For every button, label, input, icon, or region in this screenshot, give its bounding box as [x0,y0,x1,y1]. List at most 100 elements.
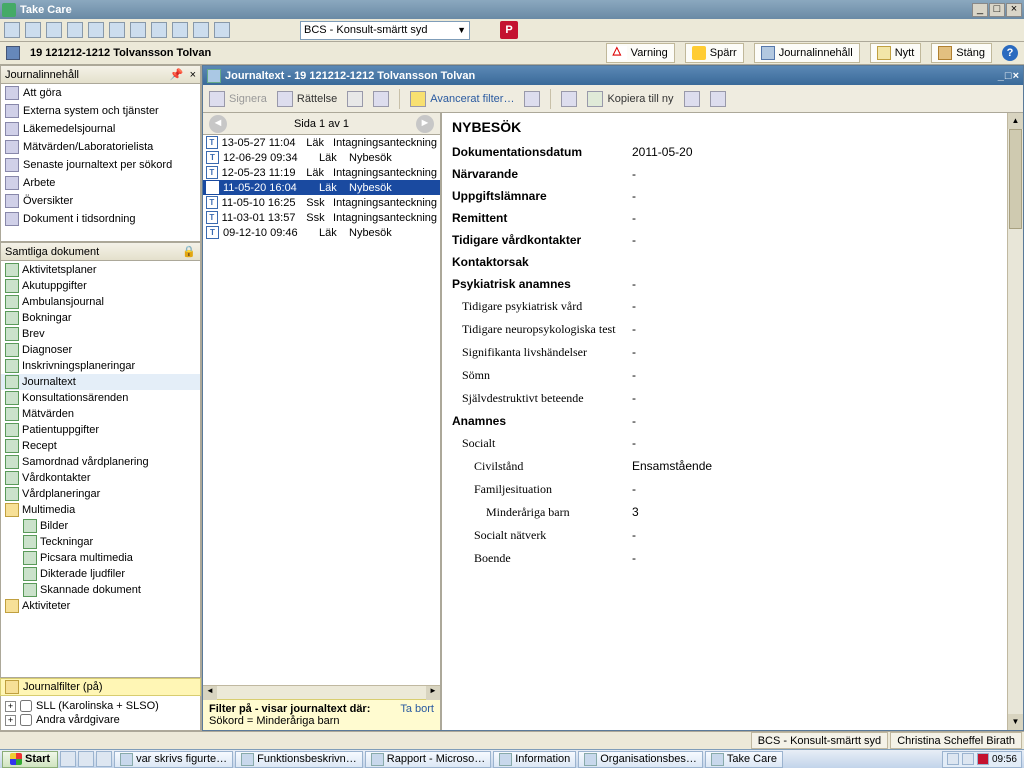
tree-item[interactable]: Journaltext [1,374,200,390]
context-dropdown[interactable]: BCS - Konsult-smärtt syd ▼ [300,21,470,40]
taskbar-item[interactable]: Take Care [705,751,783,768]
entry-row[interactable]: T11-05-10 16:25SskIntagningsanteckning [203,195,440,210]
lock-icon[interactable]: 🔒 [182,245,196,258]
quicklaunch-icon[interactable] [96,751,112,767]
tree-item[interactable]: Akutuppgifter [1,278,200,294]
tree-item[interactable]: Mätvärden [1,406,200,422]
tree-item[interactable]: Konsultationsärenden [1,390,200,406]
nav-item[interactable]: Externa system och tjänster [1,102,200,120]
close-window-button[interactable]: × [1006,3,1022,17]
tool-icon[interactable] [88,22,104,38]
tool-icon[interactable] [46,22,62,38]
tree-item[interactable]: Vårdplaneringar [1,486,200,502]
tree-item[interactable]: Samordnad vårdplanering [1,454,200,470]
tool-icon[interactable] [151,22,167,38]
tool-icon[interactable] [710,91,726,107]
nav-item[interactable]: Mätvärden/Laboratorielista [1,138,200,156]
tree-item[interactable]: Teckningar [1,534,200,550]
tree-item[interactable]: Brev [1,326,200,342]
nav-item[interactable]: Dokument i tidsordning [1,210,200,228]
rattelse-button[interactable]: Rättelse [277,91,337,107]
tool-icon[interactable] [193,22,209,38]
scroll-up-button[interactable]: ▲ [1008,113,1023,129]
tree-item[interactable]: Picsara multimedia [1,550,200,566]
child-close-button[interactable]: × [1013,70,1019,82]
tool-icon[interactable] [4,22,20,38]
minimize-button[interactable]: _ [972,3,988,17]
tree-item[interactable]: Ambulansjournal [1,294,200,310]
quicklaunch-icon[interactable] [78,751,94,767]
entry-row[interactable]: T12-06-29 09:34LäkNybesök [203,150,440,165]
print-icon[interactable] [347,91,363,107]
nav-item[interactable]: Läkemedelsjournal [1,120,200,138]
clipboard-icon[interactable] [561,91,577,107]
tree-item[interactable]: Skannade dokument [1,582,200,598]
entry-row[interactable]: T13-05-27 11:04LäkIntagningsanteckning [203,135,440,150]
nav-item[interactable]: Översikter [1,192,200,210]
expand-toggle[interactable]: + [5,715,16,726]
tree-item[interactable]: Bokningar [1,310,200,326]
pin-icon[interactable]: 📌 [170,68,184,81]
quicklaunch-icon[interactable] [60,751,76,767]
nytt-button[interactable]: Nytt [870,43,922,63]
ta-bort-link[interactable]: Ta bort [400,703,434,715]
stang-button[interactable]: Stäng [931,43,992,63]
tree-item[interactable]: Patientuppgifter [1,422,200,438]
taskbar-item[interactable]: Organisationsbes… [578,751,703,768]
journalinnehall-button[interactable]: Journalinnehåll [754,43,860,63]
tree-item[interactable]: Recept [1,438,200,454]
tree-item[interactable]: Vårdkontakter [1,470,200,486]
page-prev-button[interactable]: ◄ [209,115,227,133]
help-icon[interactable]: ? [1002,45,1018,61]
horizontal-scrollbar[interactable]: ◄ ► [203,685,440,699]
avancerat-filter-button[interactable]: Avancerat filter… [410,91,514,107]
filter-andra-checkbox[interactable] [20,714,32,726]
varning-button[interactable]: Varning [606,43,675,63]
tool-icon[interactable] [67,22,83,38]
entry-row[interactable]: T12-05-23 11:19LäkIntagningsanteckning [203,165,440,180]
nav-item[interactable]: Senaste journaltext per sökord [1,156,200,174]
search-icon[interactable] [524,91,540,107]
tree-item[interactable]: Dikterade ljudfiler [1,566,200,582]
taskbar-item[interactable]: Information [493,751,576,768]
tree-item[interactable]: Diagnoser [1,342,200,358]
scroll-down-button[interactable]: ▼ [1008,714,1023,730]
kopiera-button[interactable]: Kopiera till ny [587,91,673,107]
tool-icon[interactable] [25,22,41,38]
tree-item[interactable]: Bilder [1,518,200,534]
taskbar-item[interactable]: Funktionsbeskrivn… [235,751,363,768]
nav-item[interactable]: Arbete [1,174,200,192]
export-icon[interactable] [373,91,389,107]
taskbar-item[interactable]: Rapport - Microso… [365,751,491,768]
close-pane-button[interactable]: × [190,69,196,81]
tray-icon[interactable] [962,753,974,765]
sparr-button[interactable]: Spärr [685,43,744,63]
scroll-thumb[interactable] [1009,129,1022,229]
expand-toggle[interactable]: + [5,701,16,712]
nav-item[interactable]: Att göra [1,84,200,102]
taskbar-item[interactable]: var skrivs figurte… [114,751,233,768]
tool-icon[interactable] [109,22,125,38]
tree-item[interactable]: Aktivitetsplaner [1,262,200,278]
page-next-button[interactable]: ► [416,115,434,133]
tray-icon[interactable] [947,753,959,765]
filter-sll-checkbox[interactable] [20,700,32,712]
child-minimize-button[interactable]: _ [998,70,1004,82]
vertical-scrollbar[interactable]: ▲ ▼ [1007,113,1023,730]
entry-row[interactable]: T11-05-20 16:04LäkNybesök [203,180,440,195]
journaltext-title-text: Journaltext - 19 121212-1212 Tolvansson … [225,70,475,82]
child-maximize-button[interactable]: □ [1005,70,1012,82]
start-button[interactable]: Start [2,751,58,768]
tool-icon[interactable] [130,22,146,38]
tool-icon[interactable] [214,22,230,38]
entry-row[interactable]: T11-03-01 13:57SskIntagningsanteckning [203,210,440,225]
tree-item[interactable]: Multimedia [1,502,200,518]
tray-icon[interactable] [977,753,989,765]
maximize-button[interactable]: □ [989,3,1005,17]
tree-item[interactable]: Inskrivningsplaneringar [1,358,200,374]
tool-icon[interactable] [172,22,188,38]
tool-icon[interactable] [684,91,700,107]
entry-row[interactable]: T09-12-10 09:46LäkNybesök [203,225,440,240]
tree-item[interactable]: Aktiviteter [1,598,200,614]
p-flag-icon[interactable]: P [500,21,518,39]
